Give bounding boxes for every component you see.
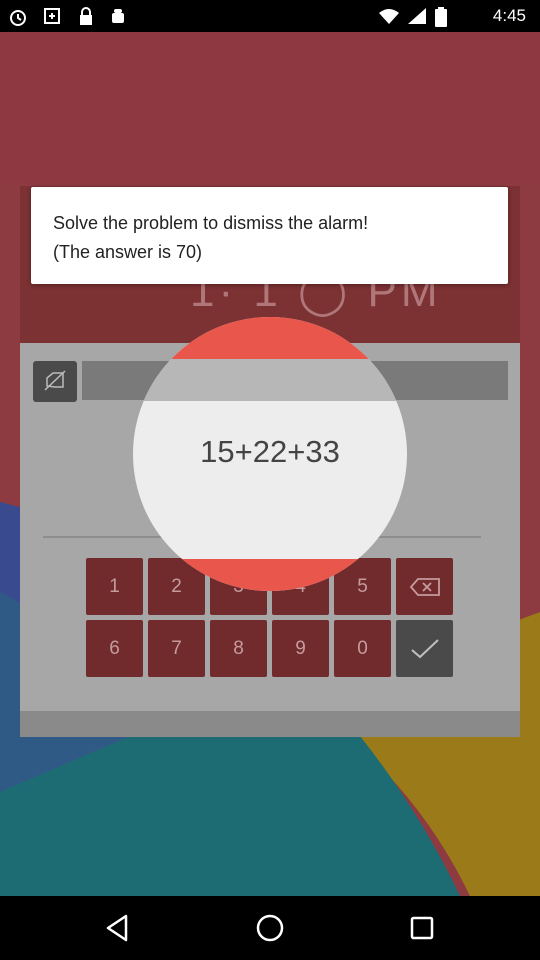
key-9[interactable]: 9 xyxy=(272,620,329,677)
lock-icon xyxy=(80,7,92,25)
recents-icon[interactable] xyxy=(406,912,438,944)
sync-icon xyxy=(44,8,60,24)
android-icon xyxy=(112,9,124,23)
alarm-footer xyxy=(20,711,520,737)
dialog-message: Solve the problem to dismiss the alarm! … xyxy=(53,213,369,262)
key-0[interactable]: 0 xyxy=(334,620,391,677)
battery-icon xyxy=(435,7,447,27)
dismiss-dialog: Solve the problem to dismiss the alarm! … xyxy=(31,187,508,284)
key-8[interactable]: 8 xyxy=(210,620,267,677)
math-problem: 15+22+33 xyxy=(200,434,340,469)
mute-icon xyxy=(44,370,66,391)
mute-button[interactable] xyxy=(33,361,77,402)
wifi-icon xyxy=(379,9,399,24)
navigation-bar xyxy=(0,896,540,960)
key-6[interactable]: 6 xyxy=(86,620,143,677)
status-bar: 4:45 xyxy=(0,0,540,32)
back-icon[interactable] xyxy=(102,912,134,944)
status-time: 4:45 xyxy=(492,6,526,25)
check-icon xyxy=(410,638,439,658)
confirm-button[interactable] xyxy=(396,620,453,677)
key-7[interactable]: 7 xyxy=(148,620,205,677)
home-icon[interactable] xyxy=(254,912,286,944)
alarm-icon xyxy=(10,10,26,26)
signal-icon xyxy=(408,8,426,24)
problem-circle: 15+22+33 xyxy=(133,317,407,591)
backspace-icon xyxy=(409,577,440,596)
